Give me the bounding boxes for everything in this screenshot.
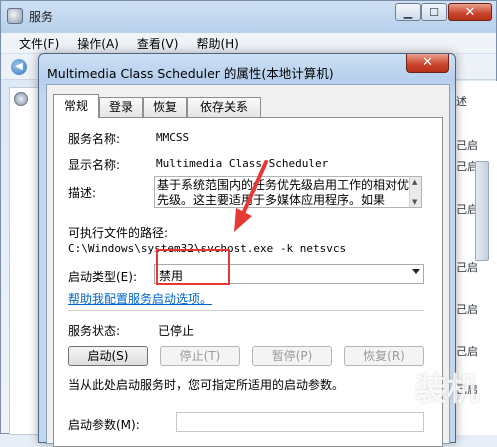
menu-view[interactable]: 查看(V) (129, 33, 189, 53)
list-item-fragment: 己启 (456, 345, 478, 358)
services-title: 服务 (29, 10, 54, 24)
list-scrollbar[interactable] (475, 161, 489, 261)
description-box[interactable]: 基于系统范围内的任务优先级启用工作的相对优先级。这主要适用于多媒体应用程序。如果… (154, 176, 422, 208)
start-params-input[interactable] (176, 412, 424, 432)
startup-type-label: 启动类型(E): (68, 270, 137, 284)
menu-help[interactable]: 帮助(H) (188, 33, 248, 53)
highlight-box (156, 249, 230, 285)
back-arrow-icon[interactable]: ◀ (11, 59, 27, 75)
start-params-hint: 当从此处启动服务时，您可指定所适用的启动参数。 (68, 378, 345, 392)
display-name-label: 显示名称: (68, 158, 121, 172)
services-gear-icon (7, 8, 23, 24)
service-status-value: 已停止 (158, 324, 195, 338)
minimize-button[interactable]: ▁ (395, 3, 421, 21)
service-name-value: MMCSS (156, 131, 190, 144)
start-params-label: 启动参数(M): (68, 418, 140, 432)
service-name-label: 服务名称: (68, 132, 121, 146)
tab-general[interactable]: 常规 (53, 94, 99, 118)
service-status-label: 服务状态: (68, 324, 121, 338)
tab-dependencies[interactable]: 依存关系 (187, 97, 261, 117)
scroll-down-icon[interactable]: ▼ (412, 198, 417, 206)
watermark: 装机 (415, 370, 480, 408)
divider (68, 310, 424, 311)
services-menubar: 文件(F) 操作(A) 查看(V) 帮助(H) (1, 33, 496, 53)
maximize-button[interactable]: ☐ (421, 3, 447, 21)
exe-path-label: 可执行文件的路径: (68, 226, 169, 240)
description-text: 基于系统范围内的任务优先级启用工作的相对优先级。这主要适用于多媒体应用程序。如果 (157, 178, 410, 207)
description-label: 描述: (68, 186, 97, 200)
close-button[interactable]: ✕ (448, 3, 492, 21)
resume-button[interactable]: 恢复(R) (344, 346, 424, 366)
tab-recovery[interactable]: 恢复 (143, 97, 187, 117)
stop-button[interactable]: 停止(T) (160, 346, 240, 366)
chevron-down-icon[interactable] (412, 269, 420, 274)
tab-logon[interactable]: 登录 (99, 97, 143, 117)
menu-file[interactable]: 文件(F) (11, 33, 69, 53)
help-config-link[interactable]: 帮助我配置服务启动选项。 (68, 290, 212, 307)
services-tree-pane (9, 87, 41, 435)
dialog-close-button[interactable]: ✕ (406, 54, 449, 73)
description-scrollbar[interactable]: ▲ ▼ (409, 177, 421, 207)
properties-dialog: Multimedia Class Scheduler 的属性(本地计算机) ✕ … (38, 53, 456, 447)
start-button[interactable]: 启动(S) (68, 346, 148, 366)
pause-button[interactable]: 暂停(P) (252, 346, 332, 366)
pointer-arrow-icon (234, 160, 268, 232)
services-titlebar: 服务 ▁ ☐ ✕ (1, 1, 496, 31)
dialog-title: Multimedia Class Scheduler 的属性(本地计算机) (47, 66, 334, 81)
list-item-fragment: 己启 (456, 303, 478, 316)
services-node-icon[interactable] (14, 92, 28, 106)
scroll-up-icon[interactable]: ▲ (412, 178, 417, 186)
menu-action[interactable]: 操作(A) (69, 33, 129, 53)
dialog-body: 常规 登录 恢复 依存关系 服务名称: MMCSS 显示名称: Multimed… (46, 84, 450, 447)
list-item-fragment: 己启 (456, 261, 478, 274)
list-item-fragment: 己启 (456, 139, 478, 152)
list-header-fragment: 述 (456, 95, 467, 108)
